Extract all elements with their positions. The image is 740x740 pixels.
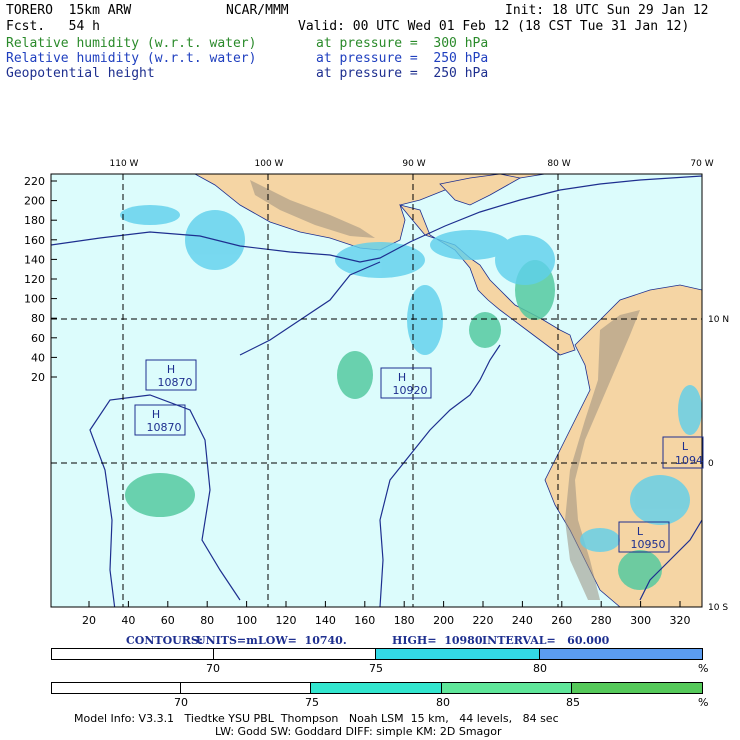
model-info-line: Model Info: V3.3.1 Tiedtke YSU PBL Thomp…	[74, 712, 559, 725]
low-2-symbol: L	[637, 525, 644, 538]
cbar-300-seg-3	[311, 683, 442, 693]
high-2-symbol: H	[152, 408, 160, 421]
cbar-300-seg-2	[180, 683, 312, 693]
cbar-300-seg-4	[441, 683, 573, 693]
cbar-250-seg-4	[539, 649, 702, 659]
y-tick-label: 40	[31, 351, 45, 364]
high-2-value: 10870	[147, 421, 182, 434]
cbar-250-unit: %	[698, 662, 709, 675]
contour-high: HIGH= 10980.	[392, 634, 487, 647]
y-tick-label: 160	[24, 234, 45, 247]
x-tick-label: 300	[630, 614, 651, 627]
x-tick-label: 40	[121, 614, 135, 627]
x-tick-label: 280	[591, 614, 612, 627]
cbar-250-seg-3	[376, 649, 540, 659]
lon-label-70w: 70 W	[690, 159, 713, 169]
contour-label: CONTOURS:	[126, 634, 203, 647]
high-1-value: 10870	[158, 376, 193, 389]
x-tick-label: 240	[512, 614, 533, 627]
lat-label-10n: 10 N	[708, 315, 729, 325]
y-tick-label: 100	[24, 293, 45, 306]
x-tick-label: 80	[200, 614, 214, 627]
cbar-250-seg-1	[52, 649, 214, 659]
x-tick-label: 220	[473, 614, 494, 627]
cbar-300-unit: %	[698, 696, 709, 709]
contour-units: UNITS=m	[196, 634, 258, 647]
lat-label-0: 0	[708, 459, 714, 469]
contour-interval: INTERVAL= 60.000	[482, 634, 610, 647]
physics-info-line: LW: Godd SW: Goddard DIFF: simple KM: 2D…	[215, 725, 502, 738]
y-tick-label: 140	[24, 253, 45, 266]
cbar-300-label-70: 70	[174, 696, 188, 709]
lon-label-80w: 80 W	[547, 159, 570, 169]
low-1-value: 1094	[675, 454, 703, 467]
lon-label-110w: 110 W	[110, 159, 139, 169]
x-tick-label: 200	[433, 614, 454, 627]
cbar-250-label-70: 70	[206, 662, 220, 675]
y-tick-label: 80	[31, 312, 45, 325]
y-tick-label: 60	[31, 332, 45, 345]
high-3-symbol: H	[398, 371, 406, 384]
x-tick-label: 320	[670, 614, 691, 627]
low-2-value: 10950	[631, 538, 666, 551]
contour-low: LOW= 10740.	[258, 634, 347, 647]
colorbar-300hpa	[51, 682, 703, 694]
x-tick-label: 20	[82, 614, 96, 627]
x-tick-label: 180	[394, 614, 415, 627]
high-3-value: 10920	[393, 384, 428, 397]
y-tick-label: 200	[24, 195, 45, 208]
cbar-300-label-75: 75	[305, 696, 319, 709]
cbar-250-label-80: 80	[533, 662, 547, 675]
x-tick-label: 160	[354, 614, 375, 627]
x-tick-label: 260	[551, 614, 572, 627]
colorbar-250hpa	[51, 648, 703, 660]
lon-label-100w: 100 W	[255, 159, 284, 169]
low-1-symbol: L	[682, 440, 689, 453]
high-1-symbol: H	[167, 363, 175, 376]
lon-label-90w: 90 W	[402, 159, 425, 169]
x-tick-label: 140	[315, 614, 336, 627]
cbar-300-label-85: 85	[566, 696, 580, 709]
cbar-300-seg-5	[572, 683, 702, 693]
weather-map: H 10870 H 10870 H 10920 L 1094 L 10950 1…	[24, 159, 729, 627]
cbar-250-label-75: 75	[369, 662, 383, 675]
y-tick-label: 120	[24, 273, 45, 286]
cbar-300-seg-1	[52, 683, 181, 693]
cbar-300-label-80: 80	[436, 696, 450, 709]
x-tick-label: 120	[276, 614, 297, 627]
y-tick-label: 220	[24, 175, 45, 188]
y-tick-label: 180	[24, 214, 45, 227]
y-tick-label: 20	[31, 371, 45, 384]
x-tick-label: 100	[236, 614, 257, 627]
cbar-250-seg-2	[213, 649, 376, 659]
x-tick-label: 60	[161, 614, 175, 627]
lat-label-10s: 10 S	[708, 603, 728, 613]
